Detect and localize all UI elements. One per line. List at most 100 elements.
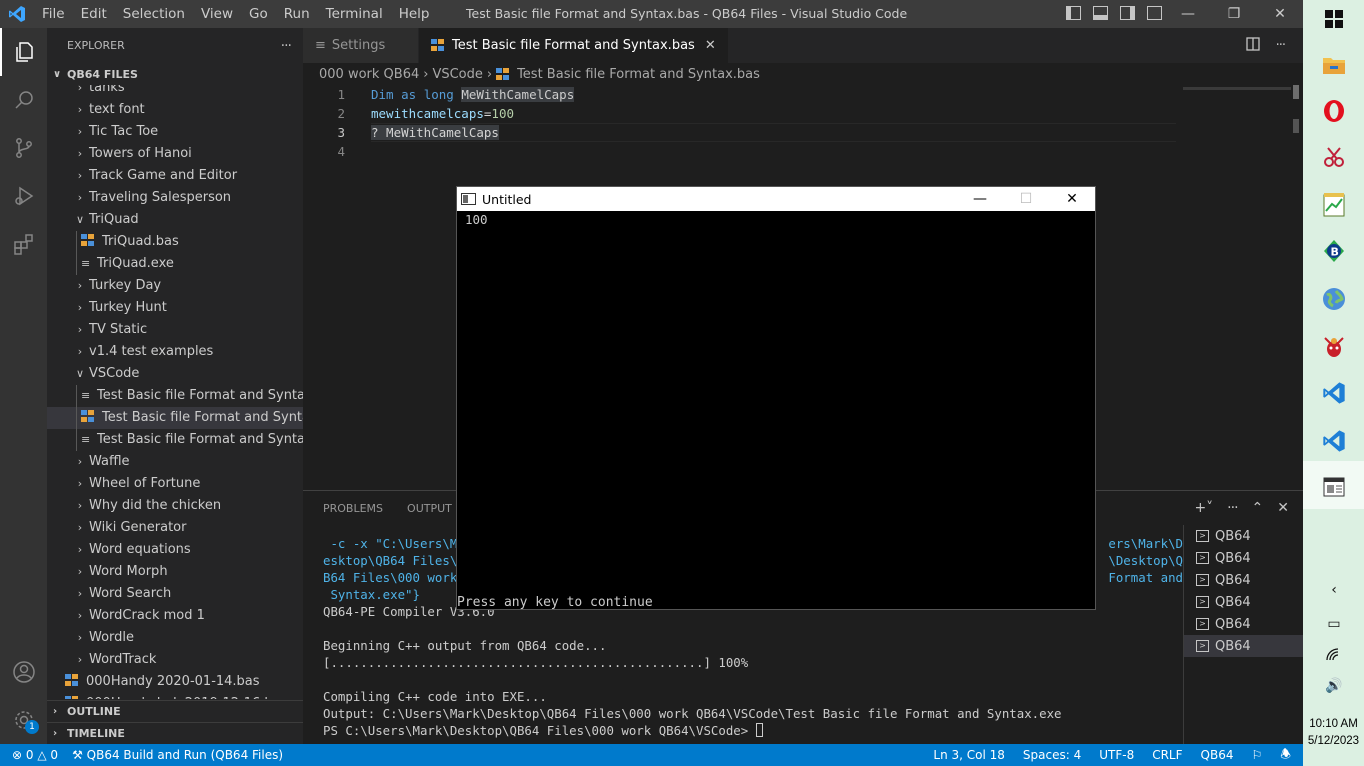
vscode-taskbar-icon[interactable] (1321, 428, 1347, 454)
menu-run[interactable]: Run (276, 0, 318, 28)
tab-settings[interactable]: ≡ Settings (303, 28, 419, 63)
menu-go[interactable]: Go (241, 0, 276, 28)
accounts-icon[interactable] (0, 648, 47, 696)
terminal-tab[interactable]: > QB64 (1184, 525, 1303, 547)
battery-icon[interactable]: ▭ (1321, 616, 1347, 632)
brave-b-icon[interactable]: B (1321, 238, 1347, 264)
manage-gear-icon[interactable]: 1 (0, 696, 47, 744)
file-item[interactable]: 000Handy 2020-01-14.bas (47, 671, 303, 693)
folder-item[interactable]: ∨ TriQuad (47, 209, 303, 231)
run-debug-icon[interactable] (0, 172, 47, 220)
editor-scrollbar[interactable] (1293, 85, 1301, 490)
feedback-icon[interactable]: ⚐ (1251, 748, 1262, 762)
toggle-sidebar-icon[interactable] (1066, 6, 1081, 20)
toggle-secondary-sidebar-icon[interactable] (1120, 6, 1135, 20)
toggle-panel-icon[interactable] (1093, 6, 1108, 20)
start-windows-icon[interactable] (1321, 6, 1347, 32)
breadcrumb-file[interactable]: Test Basic file Format and Syntax.bas (517, 67, 760, 82)
file-explorer-icon[interactable] (1321, 52, 1347, 78)
ladybug-app-icon[interactable] (1321, 334, 1347, 360)
minimize-button[interactable]: — (1165, 0, 1211, 28)
folder-item[interactable]: › Wordle (47, 627, 303, 649)
new-terminal-icon[interactable]: +˅ (1194, 500, 1213, 516)
menu-help[interactable]: Help (391, 0, 438, 28)
source-control-icon[interactable] (0, 124, 47, 172)
folder-item[interactable]: › Turkey Hunt (47, 297, 303, 319)
folder-item[interactable]: › TV Static (47, 319, 303, 341)
more-panel-actions-icon[interactable]: ··· (1227, 500, 1238, 516)
program-output-window[interactable]: Untitled — ☐ ✕ 100 Press any key to cont… (456, 186, 1096, 610)
terminal-tab[interactable]: > QB64 (1184, 613, 1303, 635)
folder-item[interactable]: ∨ VSCode (47, 363, 303, 385)
file-item[interactable]: TriQuad.bas (47, 231, 303, 253)
minimize-button[interactable]: — (957, 187, 1003, 211)
folder-item[interactable]: › Tic Tac Toe (47, 121, 303, 143)
folder-item[interactable]: › Wiki Generator (47, 517, 303, 539)
folder-item[interactable]: › Turkey Day (47, 275, 303, 297)
more-actions-button[interactable]: ··· (281, 38, 292, 54)
notepad-chart-icon[interactable] (1321, 192, 1347, 218)
outline-section[interactable]: › OUTLINE (47, 700, 303, 722)
folder-item[interactable]: › Word Morph (47, 561, 303, 583)
file-item[interactable]: ≡ Test Basic file Format and Syntax (47, 385, 303, 407)
file-item[interactable]: 000Handy bak 2019-12-16.bas (47, 693, 303, 699)
folder-item[interactable]: › tanks (47, 85, 303, 99)
task-status[interactable]: ⚒ QB64 Build and Run (QB64 Files) (72, 748, 283, 762)
indentation[interactable]: Spaces: 4 (1023, 748, 1081, 762)
folder-item[interactable]: › Wheel of Fortune (47, 473, 303, 495)
console-window-icon[interactable] (1321, 474, 1347, 500)
close-window-button[interactable]: ✕ (1257, 0, 1303, 28)
wifi-icon[interactable] (1321, 648, 1347, 666)
folder-item[interactable]: › Word equations (47, 539, 303, 561)
notifications-bell-icon[interactable]: 🕭 (1280, 745, 1291, 766)
terminal-tab[interactable]: > QB64 (1184, 635, 1303, 657)
folder-item[interactable]: › Word Search (47, 583, 303, 605)
close-window-button[interactable]: ✕ (1049, 187, 1095, 211)
extensions-icon[interactable] (0, 220, 47, 268)
show-hidden-icons-chevron-icon[interactable]: ‹ (1321, 582, 1347, 598)
file-item[interactable]: ≡ Test Basic file Format and Syntax.e... (47, 429, 303, 451)
close-panel-icon[interactable]: ✕ (1277, 500, 1289, 516)
more-editor-actions-icon[interactable]: ··· (1276, 38, 1286, 53)
folder-item[interactable]: › text font (47, 99, 303, 121)
folder-item[interactable]: › Why did the chicken (47, 495, 303, 517)
folder-item[interactable]: › Towers of Hanoi (47, 143, 303, 165)
file-item[interactable]: Test Basic file Format and Syntax.b... (47, 407, 303, 429)
terminal-tab[interactable]: > QB64 (1184, 591, 1303, 613)
opera-browser-icon[interactable] (1321, 98, 1347, 124)
output-window-titlebar[interactable]: Untitled — ☐ ✕ (457, 187, 1095, 211)
split-editor-icon[interactable] (1245, 36, 1260, 55)
minimap[interactable] (1183, 87, 1291, 90)
menu-terminal[interactable]: Terminal (318, 0, 391, 28)
terminal-tab[interactable]: > QB64 (1184, 547, 1303, 569)
restore-button[interactable]: ❐ (1211, 0, 1257, 28)
folder-item[interactable]: › Track Game and Editor (47, 165, 303, 187)
menu-file[interactable]: File (34, 0, 73, 28)
close-tab-icon[interactable]: ✕ (705, 38, 716, 53)
folder-item[interactable]: › WordCrack mod 1 (47, 605, 303, 627)
menu-selection[interactable]: Selection (115, 0, 193, 28)
folder-item[interactable]: › WordTrack (47, 649, 303, 671)
maximize-panel-icon[interactable]: ⌃ (1252, 500, 1264, 516)
encoding[interactable]: UTF-8 (1099, 748, 1134, 762)
workspace-root[interactable]: ∨ QB64 FILES (47, 63, 303, 85)
volume-icon[interactable]: 🔊 (1321, 678, 1347, 694)
globe-icon[interactable] (1321, 286, 1347, 312)
language-mode[interactable]: QB64 (1201, 748, 1234, 762)
tab-problems[interactable]: PROBLEMS (323, 502, 383, 515)
breadcrumb-folder[interactable]: VSCode (432, 67, 482, 82)
tab-output[interactable]: OUTPUT (407, 502, 452, 515)
folder-item[interactable]: › v1.4 test examples (47, 341, 303, 363)
folder-item[interactable]: › Waffle (47, 451, 303, 473)
customize-layout-icon[interactable] (1147, 6, 1162, 20)
file-item[interactable]: ≡ TriQuad.exe (47, 253, 303, 275)
search-icon[interactable] (0, 76, 47, 124)
terminal-tab[interactable]: > QB64 (1184, 569, 1303, 591)
menu-view[interactable]: View (193, 0, 241, 28)
tab-test-basic-file[interactable]: Test Basic file Format and Syntax.bas ✕ (419, 28, 729, 63)
menu-edit[interactable]: Edit (73, 0, 115, 28)
breadcrumb-folder[interactable]: 000 work QB64 (319, 67, 419, 82)
vscode-taskbar-icon[interactable] (1321, 380, 1347, 406)
end-of-line[interactable]: CRLF (1152, 748, 1182, 762)
timeline-section[interactable]: › TIMELINE (47, 722, 303, 744)
